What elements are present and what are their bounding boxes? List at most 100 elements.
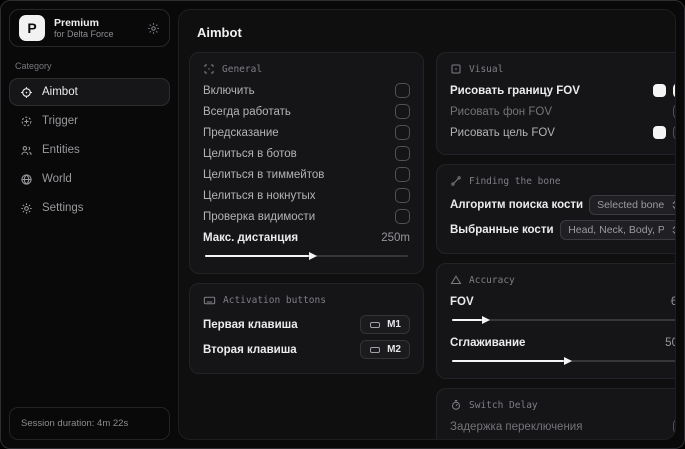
sidebar: P Premium for Delta Force Category Aimbo…: [9, 9, 170, 440]
first-key-value: M1: [387, 319, 401, 330]
session-duration-label: Session duration: 4m 22s: [21, 418, 129, 429]
sidebar-item-aimbot[interactable]: Aimbot: [9, 78, 170, 106]
fov-target-controls: [653, 125, 675, 140]
selected-bones-value: Head, Neck, Body, Pe...: [568, 223, 665, 236]
sidebar-item-entities[interactable]: Entities: [9, 136, 170, 164]
sidebar-item-label: Entities: [42, 144, 80, 156]
target-bots-checkbox[interactable]: [395, 146, 410, 161]
slider-fill: [452, 356, 573, 365]
second-key-label: Вторая клавиша: [203, 343, 297, 356]
setting-row: Включить: [203, 80, 410, 101]
setting-row: Задержка переключения: [450, 416, 675, 437]
mouse-icon: [369, 344, 381, 356]
triangle-icon: [450, 274, 462, 286]
sidebar-item-label: Trigger: [42, 115, 78, 127]
frame-dot-icon: [450, 63, 462, 75]
max-distance-slider[interactable]: [205, 250, 408, 261]
fov-target-checkbox[interactable]: [673, 125, 675, 140]
panel-columns: General Включить Всегда работать Предска…: [189, 52, 675, 439]
fov-slider[interactable]: [452, 314, 675, 325]
left-column: General Включить Всегда работать Предска…: [189, 52, 424, 374]
accuracy-panel-header: Accuracy: [450, 274, 675, 286]
setting-label: Проверка видимости: [203, 210, 316, 223]
crosshair-icon: [20, 86, 33, 99]
chevrons-up-down-icon: [670, 225, 675, 235]
slider-fill: [452, 315, 491, 324]
panel-header-label: Accuracy: [469, 274, 515, 286]
settings-gear-icon[interactable]: [147, 22, 160, 35]
scan-icon: [203, 63, 215, 75]
fov-target-color-swatch[interactable]: [653, 126, 667, 139]
activation-panel-header: Activation buttons: [203, 294, 410, 307]
fov-border-label: Рисовать границу FOV: [450, 84, 580, 97]
enable-checkbox[interactable]: [395, 83, 410, 98]
sidebar-item-trigger[interactable]: Trigger: [9, 107, 170, 135]
bone-algorithm-label: Алгоритм поиска кости: [450, 198, 584, 211]
fov-bg-controls: [673, 104, 675, 119]
accuracy-panel: Accuracy FOV 60° Сглаживание 5: [436, 263, 675, 379]
always-work-checkbox[interactable]: [395, 104, 410, 119]
setting-row: FOV 60°: [450, 291, 675, 312]
bone-algorithm-value: Selected bone: [597, 198, 665, 211]
entities-icon: [20, 144, 33, 157]
main-content: Aimbot General Включить Всегда работать …: [178, 9, 676, 440]
sidebar-item-world[interactable]: World: [9, 165, 170, 193]
premium-card[interactable]: P Premium for Delta Force: [9, 9, 170, 47]
sidebar-item-label: World: [42, 173, 72, 185]
setting-row: Первая клавиша M1: [203, 312, 410, 337]
sidebar-item-settings[interactable]: Settings: [9, 194, 170, 222]
keyboard-icon: [203, 294, 216, 307]
switch-delay-panel-header: Switch Delay: [450, 399, 675, 411]
app-logo: P: [19, 15, 45, 41]
visual-panel-header: Visual: [450, 63, 675, 75]
visibility-check-checkbox[interactable]: [395, 209, 410, 224]
trigger-icon: [20, 115, 33, 128]
slider-fill: [205, 251, 317, 260]
switch-delay-checkbox[interactable]: [673, 419, 675, 434]
premium-subtitle: for Delta Force: [54, 28, 114, 39]
switch-delay-toggle-label: Задержка переключения: [450, 420, 583, 433]
fov-border-controls: [653, 83, 675, 98]
setting-row: Сглаживание 50%: [450, 332, 675, 353]
fov-label: FOV: [450, 295, 474, 308]
visual-panel: Visual Рисовать границу FOV Рисовать фон…: [436, 52, 675, 155]
chevrons-up-down-icon: [670, 200, 675, 210]
setting-row: Рисовать цель FOV: [450, 122, 675, 143]
activation-buttons-panel: Activation buttons Первая клавиша M1 Вто…: [189, 283, 424, 374]
fov-bg-label: Рисовать фон FOV: [450, 105, 552, 118]
slider-thumb[interactable]: [482, 315, 491, 324]
setting-label: Целиться в нокнутых: [203, 189, 316, 202]
panel-header-label: Visual: [469, 63, 504, 75]
setting-row: Рисовать фон FOV: [450, 101, 675, 122]
slider-thumb[interactable]: [308, 251, 317, 260]
prediction-checkbox[interactable]: [395, 125, 410, 140]
fov-border-color-swatch[interactable]: [653, 84, 667, 97]
globe-icon: [20, 173, 33, 186]
setting-label: Целиться в ботов: [203, 147, 297, 160]
setting-row: Предсказание: [203, 122, 410, 143]
bone-algorithm-select[interactable]: Selected bone: [589, 194, 675, 215]
sidebar-item-label: Aimbot: [42, 86, 78, 98]
smoothing-slider[interactable]: [452, 355, 675, 366]
max-distance-value: 250m: [381, 231, 410, 244]
setting-row: Рисовать границу FOV: [450, 80, 675, 101]
fov-bg-checkbox[interactable]: [673, 104, 675, 119]
second-key-button[interactable]: M2: [360, 340, 410, 359]
fov-target-label: Рисовать цель FOV: [450, 126, 555, 139]
selected-bones-select[interactable]: Head, Neck, Body, Pe...: [560, 219, 675, 240]
target-knocked-checkbox[interactable]: [395, 188, 410, 203]
setting-label: Целиться в тиммейтов: [203, 168, 325, 181]
switch-delay-panel: Switch Delay Задержка переключения Задер…: [436, 388, 675, 439]
fov-border-checkbox[interactable]: [673, 83, 675, 98]
setting-row: Всегда работать: [203, 101, 410, 122]
setting-row: Проверка видимости: [203, 206, 410, 227]
finding-bone-panel: Finding the bone Алгоритм поиска кости S…: [436, 164, 675, 254]
setting-label: Всегда работать: [203, 105, 291, 118]
target-teammates-checkbox[interactable]: [395, 167, 410, 182]
setting-label: Предсказание: [203, 126, 279, 139]
first-key-button[interactable]: M1: [360, 315, 410, 334]
category-label: Category: [15, 61, 52, 71]
slider-thumb[interactable]: [564, 356, 573, 365]
max-distance-label: Макс. дистанция: [203, 231, 299, 244]
mouse-icon: [369, 319, 381, 331]
